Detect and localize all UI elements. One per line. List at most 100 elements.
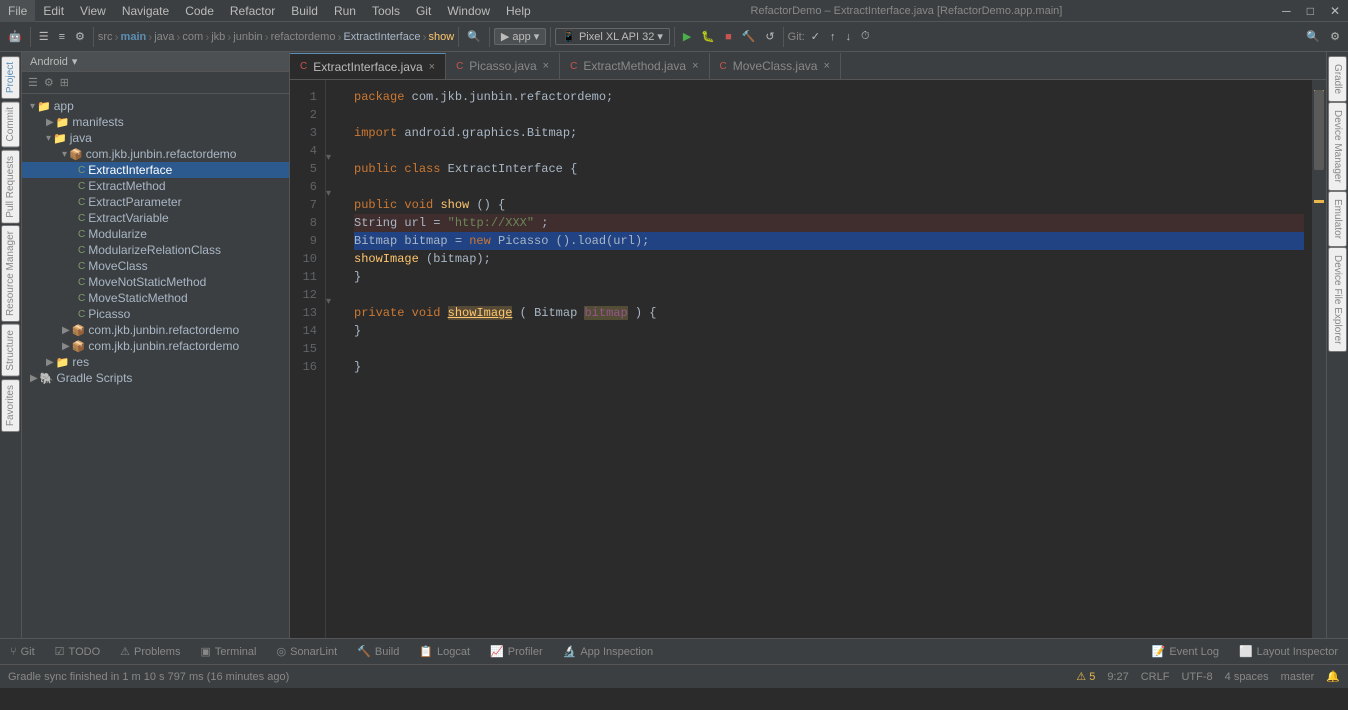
status-line-ending[interactable]: CRLF	[1141, 671, 1170, 683]
tree-item-res[interactable]: ▶ 📁 res	[22, 354, 289, 370]
breadcrumb-show[interactable]: show	[428, 31, 454, 43]
sidebar-item-commit[interactable]: Commit	[1, 101, 20, 147]
git-push-btn[interactable]: ↑	[826, 29, 840, 45]
right-gutter[interactable]	[1312, 80, 1326, 638]
tree-arrow-gradle[interactable]: ▶	[30, 373, 38, 384]
run-button[interactable]: ▶	[679, 28, 695, 45]
bottom-tab-problems[interactable]: ⚠ Problems	[110, 639, 190, 665]
tree-item-manifests[interactable]: ▶ 📁 manifests	[22, 114, 289, 130]
tree-item-picasso[interactable]: C Picasso	[22, 306, 289, 322]
fold-btn-7[interactable]: ▾	[326, 188, 331, 199]
menu-git[interactable]: Git	[408, 0, 439, 22]
bottom-tab-build[interactable]: 🔨 Build	[347, 639, 409, 665]
tree-arrow-pkg3[interactable]: ▶	[62, 341, 70, 352]
breadcrumb-junbin[interactable]: junbin	[233, 31, 262, 43]
tree-item-pkg1[interactable]: ▾ 📦 com.jkb.junbin.refactordemo	[22, 146, 289, 162]
menu-view[interactable]: View	[72, 0, 114, 22]
settings-btn[interactable]: ⚙	[1326, 28, 1344, 45]
breadcrumb-refactordemo[interactable]: refactordemo	[271, 31, 336, 43]
tree-item-pkg2[interactable]: ▶ 📦 com.jkb.junbin.refactordemo	[22, 322, 289, 338]
menu-refactor[interactable]: Refactor	[222, 0, 283, 22]
tree-item-modularizerelation[interactable]: C ModularizeRelationClass	[22, 242, 289, 258]
window-minimize[interactable]: ─	[1274, 0, 1299, 22]
breadcrumb-java[interactable]: java	[154, 31, 174, 43]
fold-btn-13[interactable]: ▾	[326, 296, 331, 307]
code-content[interactable]: package com.jkb.junbin.refactordemo; imp…	[342, 80, 1312, 638]
tree-item-extractparameter[interactable]: C ExtractParameter	[22, 194, 289, 210]
stop-button[interactable]: ■	[721, 29, 736, 45]
bottom-tab-terminal[interactable]: ▣ Terminal	[190, 639, 266, 665]
panel-toolbar-btn1[interactable]: ☰	[26, 74, 40, 91]
tab-extractinterface[interactable]: C ExtractInterface.java ×	[290, 53, 446, 79]
sidebar-item-pull-requests[interactable]: Pull Requests	[1, 150, 20, 224]
git-pull-btn[interactable]: ↓	[841, 29, 855, 45]
bottom-tab-sonarlint[interactable]: ◎ SonarLint	[266, 639, 347, 665]
tab-close-picasso[interactable]: ×	[543, 60, 549, 72]
sync-button[interactable]: ↺	[761, 28, 778, 45]
warnings-badge[interactable]: ⚠ 5	[1076, 670, 1095, 683]
bottom-tab-app-inspection[interactable]: 🔬 App Inspection	[553, 639, 663, 665]
sidebar-item-structure[interactable]: Structure	[1, 324, 20, 377]
menu-code[interactable]: Code	[177, 0, 222, 22]
toolbar-android-icon[interactable]: 🤖	[4, 28, 26, 45]
bottom-tab-profiler[interactable]: 📈 Profiler	[480, 639, 553, 665]
panel-toolbar-btn2[interactable]: ⚙	[42, 74, 56, 91]
sidebar-item-project[interactable]: Project	[1, 56, 20, 99]
sdk-dropdown[interactable]: 📱 Pixel XL API 32 ▾	[555, 28, 670, 45]
breadcrumb-main[interactable]: main	[121, 31, 147, 43]
tab-close-extractinterface[interactable]: ×	[429, 61, 435, 73]
tree-arrow-res[interactable]: ▶	[46, 357, 54, 368]
window-maximize[interactable]: □	[1299, 0, 1322, 22]
tree-item-moveclass[interactable]: C MoveClass	[22, 258, 289, 274]
status-notifications[interactable]: 🔔	[1326, 670, 1340, 683]
toolbar-structure-icon[interactable]: ☰	[35, 28, 53, 45]
status-branch[interactable]: master	[1281, 671, 1315, 683]
tab-close-moveclass[interactable]: ×	[823, 60, 829, 72]
bottom-tab-layout-inspector[interactable]: ⬜ Layout Inspector	[1229, 639, 1348, 665]
tree-item-app[interactable]: ▾ 📁 app	[22, 98, 289, 114]
menu-tools[interactable]: Tools	[364, 0, 408, 22]
status-encoding[interactable]: UTF-8	[1181, 671, 1212, 683]
search-everywhere-btn[interactable]: 🔍	[1302, 28, 1324, 45]
menu-run[interactable]: Run	[326, 0, 364, 22]
tab-extractmethod[interactable]: C ExtractMethod.java ×	[560, 53, 709, 79]
debug-button[interactable]: 🐛	[697, 28, 719, 45]
breadcrumb-com[interactable]: com	[182, 31, 203, 43]
git-commit-btn[interactable]: ✓	[807, 28, 824, 45]
tree-arrow-pkg1[interactable]: ▾	[62, 149, 67, 160]
build-button[interactable]: 🔨	[738, 28, 760, 45]
right-panel-emulator[interactable]: Emulator	[1328, 191, 1347, 247]
window-close[interactable]: ✕	[1322, 0, 1348, 22]
tab-moveclass[interactable]: C MoveClass.java ×	[710, 53, 841, 79]
breadcrumb-jkb[interactable]: jkb	[211, 31, 225, 43]
bottom-tab-git[interactable]: ⑂ Git	[0, 639, 45, 665]
tab-picasso[interactable]: C Picasso.java ×	[446, 53, 560, 79]
right-panel-device-manager[interactable]: Device Manager	[1328, 102, 1347, 191]
breadcrumb-extract-interface[interactable]: ExtractInterface	[343, 31, 420, 43]
tree-arrow-java[interactable]: ▾	[46, 133, 51, 144]
tree-item-gradle[interactable]: ▶ 🐘 Gradle Scripts	[22, 370, 289, 386]
android-chevron[interactable]: ▾	[72, 55, 78, 68]
menu-file[interactable]: File	[0, 0, 35, 22]
tree-arrow-pkg2[interactable]: ▶	[62, 325, 70, 336]
status-position[interactable]: 9:27	[1107, 671, 1128, 683]
sidebar-item-resource-manager[interactable]: Resource Manager	[1, 225, 20, 322]
status-indent[interactable]: 4 spaces	[1225, 671, 1269, 683]
code-editor[interactable]: 1 2 3 4 5 6 7 8 9 10 11 12 13 14 15 16 ▾…	[290, 80, 1326, 638]
toolbar-search-btn[interactable]: 🔍	[463, 28, 485, 45]
sidebar-item-favorites[interactable]: Favorites	[1, 379, 20, 432]
menu-window[interactable]: Window	[439, 0, 498, 22]
menu-help[interactable]: Help	[498, 0, 539, 22]
tree-item-modularize[interactable]: C Modularize	[22, 226, 289, 242]
tree-arrow-app[interactable]: ▾	[30, 101, 35, 112]
bottom-tab-event-log[interactable]: 📝 Event Log	[1142, 639, 1229, 665]
menu-navigate[interactable]: Navigate	[114, 0, 177, 22]
tree-arrow-manifests[interactable]: ▶	[46, 117, 54, 128]
tree-item-extractvariable[interactable]: C ExtractVariable	[22, 210, 289, 226]
menu-build[interactable]: Build	[283, 0, 326, 22]
git-history-btn[interactable]: ⏱	[857, 28, 874, 45]
tab-close-extractmethod[interactable]: ×	[692, 60, 698, 72]
tree-item-movenotstaticmethod[interactable]: C MoveNotStaticMethod	[22, 274, 289, 290]
fold-btn-5[interactable]: ▾	[326, 152, 331, 163]
tree-item-extractinterface[interactable]: C ExtractInterface	[22, 162, 289, 178]
